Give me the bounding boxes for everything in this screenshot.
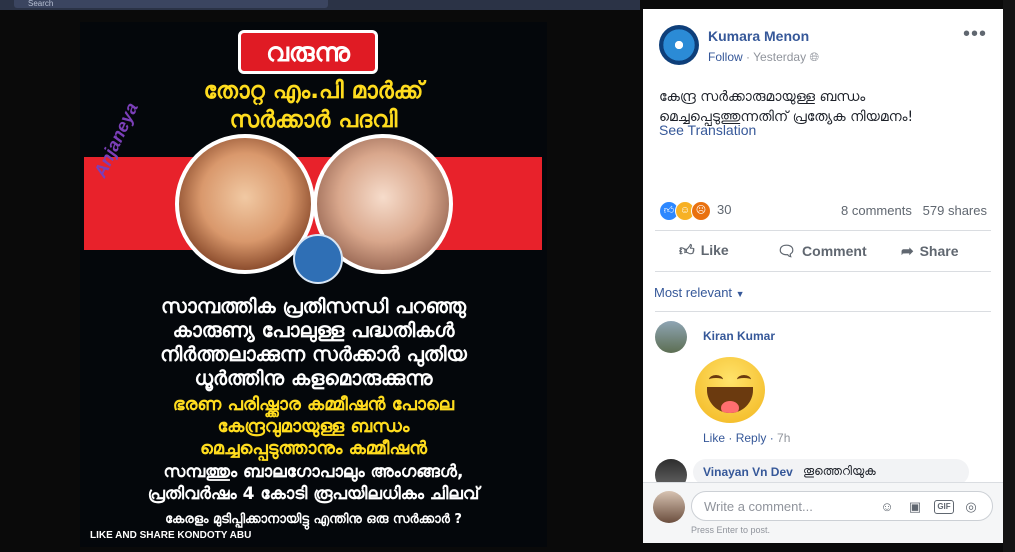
comment-label: Comment xyxy=(802,243,867,259)
post-image[interactable]: വരുന്നു തോറ്റ എം.പി മാർക്ക് സർക്കാർ പദവി… xyxy=(80,22,547,547)
image-para1-line: നിർത്തലാക്കുന്ന സർക്കാർ പുതിയ xyxy=(160,342,467,366)
follow-link[interactable]: Follow xyxy=(708,50,743,64)
comment-input-box[interactable]: ☺ ▣ GIF ◎ xyxy=(691,491,993,521)
image-para3-line: സമ്പത്തും ബാലഗോപാലും അംഗങ്ങൾ, xyxy=(163,462,464,482)
comment-sort-dropdown[interactable]: Most relevant ▼ xyxy=(654,285,745,300)
image-para3-line: പ്രതിവർഷം 4 കോടി രൂപയിലധികം ചിലവ് xyxy=(147,484,480,504)
comment-button[interactable]: 🗨︎ Comment xyxy=(777,242,867,260)
comment-like-link[interactable]: Like xyxy=(703,431,725,445)
meta-dot: · xyxy=(746,50,751,64)
post-side-panel: Kumara Menon Follow · Yesterday 🌐︎ ••• ക… xyxy=(643,9,1003,543)
share-label: Share xyxy=(919,243,959,259)
comment-meta: Like · Reply · 7h xyxy=(703,431,791,445)
post-actions: 👍︎ Like 🗨︎ Comment ➦ Share xyxy=(655,234,991,270)
image-para1-line: സാമ്പത്തിക പ്രതിസന്ധി പറഞ്ഞു xyxy=(160,294,467,318)
globe-icon: 🌐︎ xyxy=(809,50,820,64)
emoji-eye xyxy=(709,375,723,384)
image-headline-1: തോറ്റ എം.പി മാർക്ക് xyxy=(203,78,424,104)
post-text: കേന്ദ്ര സർക്കാരുമായുള്ള ബന്ധം മെച്ചപ്പെട… xyxy=(659,89,914,125)
image-para4: കേരളം മുടിപ്പിക്കാനായിട്ടു എന്തിനു ഒരു സ… xyxy=(165,512,462,527)
speech-bubble-icon: 🗨︎ xyxy=(777,243,797,260)
comment-text: തൂത്തെറിയുക xyxy=(803,464,876,478)
search-bar[interactable]: Search xyxy=(14,0,328,8)
image-para1-line: ധൂർത്തിനു കളമൊരുക്കുന്നു xyxy=(194,366,433,390)
sort-label: Most relevant xyxy=(654,285,733,300)
image-badge: വരുന്നു xyxy=(238,30,378,74)
see-translation-link[interactable]: See Translation xyxy=(659,122,756,138)
comment-reply-link[interactable]: Reply xyxy=(736,431,767,445)
press-enter-hint: Press Enter to post. xyxy=(691,525,771,535)
shares-count-link[interactable]: 579 shares xyxy=(923,203,987,218)
angry-reaction-icon: ☹ xyxy=(691,201,711,221)
image-para1-line: കാരുണ്യ പോലുള്ള പദ്ധതികൾ xyxy=(172,318,455,342)
image-share-line: LIKE AND SHARE KONDOTY ABU xyxy=(90,530,252,541)
share-arrow-icon: ➦ xyxy=(901,243,914,260)
gif-icon[interactable]: GIF xyxy=(934,500,954,514)
image-headline-2: സർക്കാർ പദവി xyxy=(229,107,398,133)
post-meta: Follow · Yesterday 🌐︎ xyxy=(708,50,819,65)
image-para2-line: കേന്ദ്രവുമായുള്ള ബന്ധം xyxy=(217,416,410,437)
emoji-tongue xyxy=(721,401,739,413)
share-button[interactable]: ➦ Share xyxy=(901,242,959,260)
commenter-name[interactable]: Vinayan Vn Dev xyxy=(703,465,793,479)
like-label: Like xyxy=(700,242,729,258)
more-options-icon[interactable]: ••• xyxy=(963,23,987,46)
divider xyxy=(655,271,991,272)
emoji-icon[interactable]: ☺ xyxy=(878,499,896,515)
thumbs-up-icon: 👍︎ xyxy=(679,242,695,259)
emoji-mouth xyxy=(707,387,753,413)
user-avatar xyxy=(653,491,685,523)
laughing-emoji-sticker xyxy=(695,357,765,423)
divider xyxy=(655,230,991,231)
author-avatar[interactable] xyxy=(659,25,699,65)
post-time[interactable]: Yesterday xyxy=(753,50,806,64)
comment-composer: ☺ ▣ GIF ◎ Press Enter to post. xyxy=(643,482,1003,543)
page-right-edge xyxy=(1003,0,1015,552)
sticker-icon[interactable]: ◎ xyxy=(962,499,980,515)
emblem-icon xyxy=(293,234,343,284)
divider xyxy=(655,311,991,312)
emoji-eye xyxy=(737,375,751,384)
comments-count-link[interactable]: 8 comments xyxy=(841,203,912,218)
browser-top-strip: Search xyxy=(0,0,640,10)
comment-time[interactable]: 7h xyxy=(777,431,790,445)
commenter-avatar[interactable] xyxy=(655,321,687,353)
comment-input[interactable] xyxy=(704,498,874,514)
like-button[interactable]: 👍︎ Like xyxy=(679,242,729,260)
reaction-count: 30 xyxy=(717,202,732,217)
engagement-counts: 8 comments 579 shares xyxy=(841,203,987,218)
author-name[interactable]: Kumara Menon xyxy=(708,28,809,44)
image-para2-line: ഭരണ പരിഷ്ക്കാര കമ്മീഷൻ പോലെ xyxy=(172,394,455,415)
camera-icon[interactable]: ▣ xyxy=(906,499,924,515)
image-para2-line: മെച്ചപ്പെടുത്താനും കമ്മീഷൻ xyxy=(199,438,428,459)
chevron-down-icon: ▼ xyxy=(735,289,745,299)
commenter-name[interactable]: Kiran Kumar xyxy=(703,329,775,343)
